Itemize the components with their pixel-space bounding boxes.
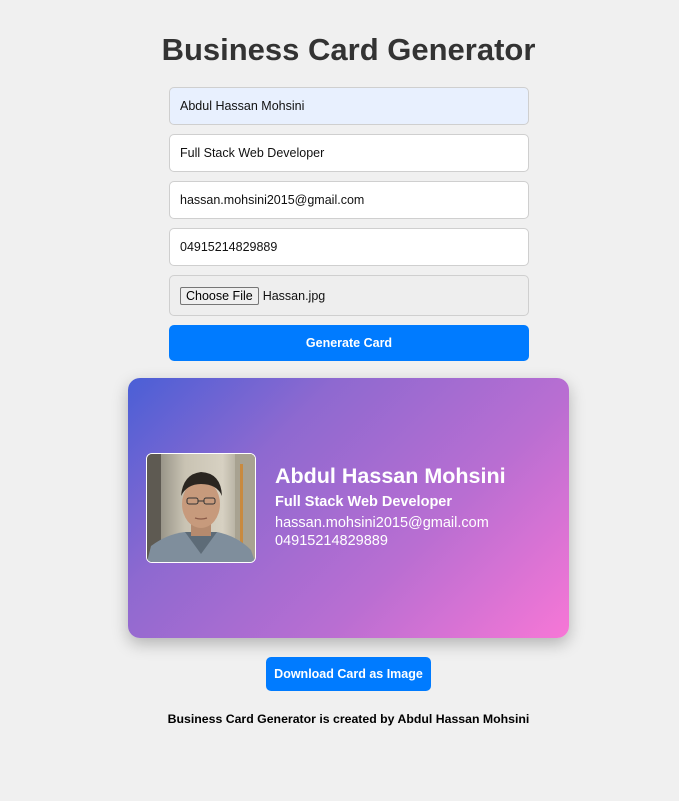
page-title: Business Card Generator xyxy=(161,32,536,67)
person-portrait-icon xyxy=(147,454,255,562)
card-form: Choose File Hassan.jpg Generate Card xyxy=(169,87,529,361)
footer-credit: Business Card Generator is created by Ab… xyxy=(167,712,530,726)
email-input[interactable] xyxy=(169,181,529,219)
card-name: Abdul Hassan Mohsini xyxy=(275,463,506,488)
profile-photo xyxy=(146,453,256,563)
name-input[interactable] xyxy=(169,87,529,125)
card-job-title: Full Stack Web Developer xyxy=(275,494,453,511)
card-email: hassan.mohsini2015@gmail.com xyxy=(275,515,489,532)
business-card: Abdul Hassan Mohsini Full Stack Web Deve… xyxy=(128,378,569,638)
card-details: Abdul Hassan Mohsini Full Stack Web Deve… xyxy=(275,463,506,552)
download-card-button[interactable]: Download Card as Image xyxy=(266,657,431,691)
card-phone: 04915214829889 xyxy=(275,533,388,550)
selected-file-name: Hassan.jpg xyxy=(262,288,326,303)
generate-card-button[interactable]: Generate Card xyxy=(169,325,529,361)
choose-file-button[interactable]: Choose File xyxy=(180,286,259,305)
job-title-input[interactable] xyxy=(169,134,529,172)
photo-file-input[interactable]: Choose File Hassan.jpg xyxy=(169,275,529,316)
page: Business Card Generator Choose File Hass… xyxy=(0,0,679,801)
phone-input[interactable] xyxy=(169,228,529,266)
